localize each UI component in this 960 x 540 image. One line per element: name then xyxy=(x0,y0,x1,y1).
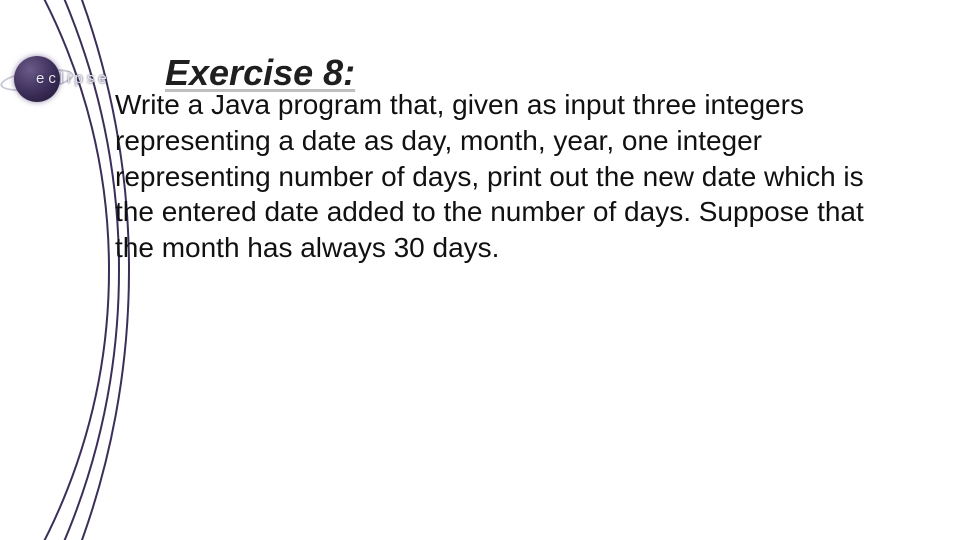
eclipse-logo: eclipse xyxy=(6,56,126,104)
slide: eclipse Exercise 8: Write a Java program… xyxy=(0,0,960,540)
content-area: Exercise 8: Write a Java program that, g… xyxy=(115,54,920,266)
exercise-body: Write a Java program that, given as inpu… xyxy=(115,87,905,266)
logo-text: eclipse xyxy=(36,70,111,87)
